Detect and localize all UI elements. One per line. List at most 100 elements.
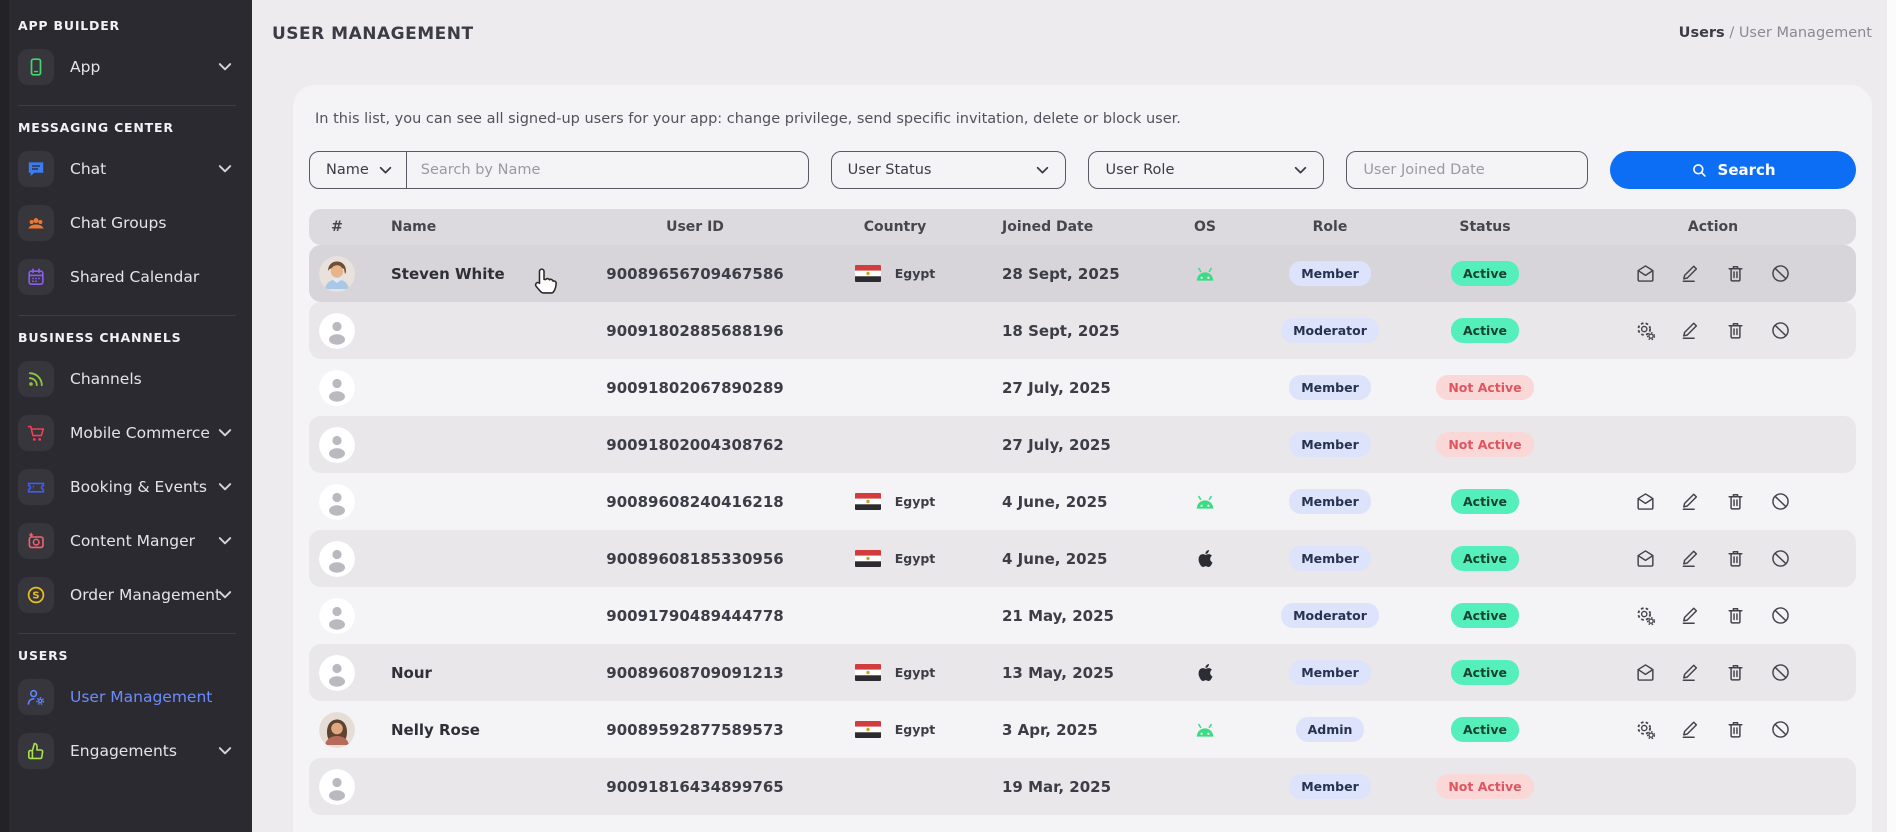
section-label-business-channels: BUSINESS CHANNELS bbox=[18, 330, 238, 345]
block-user-button[interactable] bbox=[1770, 320, 1791, 341]
block-icon bbox=[1770, 605, 1791, 626]
search-button[interactable]: Search bbox=[1610, 151, 1856, 189]
search-button-label: Search bbox=[1718, 161, 1776, 179]
edit-user-button[interactable] bbox=[1680, 320, 1701, 341]
block-user-button[interactable] bbox=[1770, 662, 1791, 683]
user-settings-button[interactable] bbox=[1635, 719, 1656, 740]
delete-user-button[interactable] bbox=[1725, 263, 1746, 284]
edit-user-button[interactable] bbox=[1680, 491, 1701, 512]
user-role-select-label: User Role bbox=[1105, 162, 1174, 178]
table-row[interactable]: Steven White 90089656709467586 Egypt 28 … bbox=[309, 245, 1856, 302]
trash-icon bbox=[1725, 605, 1746, 626]
edit-user-button[interactable] bbox=[1680, 605, 1701, 626]
egypt-flag-icon bbox=[855, 664, 881, 681]
table-header-row: # Name User ID Country Joined Date OS Ro… bbox=[309, 209, 1856, 245]
status-badge: Active bbox=[1451, 489, 1519, 514]
sidebar-item-chat-groups[interactable]: Chat Groups bbox=[18, 201, 238, 245]
role-badge: Member bbox=[1289, 375, 1371, 400]
edit-user-button[interactable] bbox=[1680, 662, 1701, 683]
scrollbar[interactable] bbox=[1887, 0, 1896, 832]
role-badge: Member bbox=[1289, 432, 1371, 457]
user-settings-button[interactable] bbox=[1635, 605, 1656, 626]
sidebar-item-engagements[interactable]: Engagements bbox=[18, 729, 238, 773]
user-settings-button[interactable] bbox=[1635, 320, 1656, 341]
chevron-down-icon bbox=[218, 164, 232, 174]
delete-user-button[interactable] bbox=[1725, 320, 1746, 341]
sidebar-item-label: Engagements bbox=[70, 742, 177, 760]
joined-date: 27 July, 2025 bbox=[980, 379, 1150, 397]
role-badge: Member bbox=[1289, 774, 1371, 799]
table-row[interactable]: Nour 90089608709091213 Egypt 13 May, 202… bbox=[309, 644, 1856, 701]
sidebar-item-chat[interactable]: Chat bbox=[18, 147, 238, 191]
user-id: 90089608709091213 bbox=[580, 664, 810, 682]
header-action: Action bbox=[1570, 219, 1856, 235]
sidebar-item-label: Shared Calendar bbox=[70, 268, 199, 286]
block-user-button[interactable] bbox=[1770, 263, 1791, 284]
joined-date: 21 May, 2025 bbox=[980, 607, 1150, 625]
edit-icon bbox=[1680, 263, 1701, 284]
delete-user-button[interactable] bbox=[1725, 491, 1746, 512]
edit-icon bbox=[1680, 548, 1701, 569]
send-invitation-button[interactable] bbox=[1635, 263, 1656, 284]
delete-user-button[interactable] bbox=[1725, 662, 1746, 683]
sidebar-item-mobile-commerce[interactable]: Mobile Commerce bbox=[18, 411, 238, 455]
sidebar-item-shared-calendar[interactable]: Shared Calendar bbox=[18, 255, 238, 299]
joined-date-input[interactable] bbox=[1346, 151, 1588, 189]
block-user-button[interactable] bbox=[1770, 548, 1791, 569]
table-row[interactable]: Nelly Rose 90089592877589573 Egypt 3 Apr… bbox=[309, 701, 1856, 758]
sidebar-item-order-management[interactable]: Order Management bbox=[18, 573, 238, 617]
edit-icon bbox=[1680, 719, 1701, 740]
sidebar-item-booking-events[interactable]: Booking & Events bbox=[18, 465, 238, 509]
table-row[interactable]: 90091802004308762 27 July, 2025 Member N… bbox=[309, 416, 1856, 473]
joined-date: 3 Apr, 2025 bbox=[980, 721, 1150, 739]
table-row[interactable]: 90089608240416218 Egypt 4 June, 2025 Mem… bbox=[309, 473, 1856, 530]
joined-date: 28 Sept, 2025 bbox=[980, 265, 1150, 283]
delete-user-button[interactable] bbox=[1725, 548, 1746, 569]
trash-icon bbox=[1725, 263, 1746, 284]
avatar bbox=[309, 427, 365, 463]
table-row[interactable]: 90091816434899765 19 Mar, 2025 Member No… bbox=[309, 758, 1856, 815]
delete-user-button[interactable] bbox=[1725, 719, 1746, 740]
edit-icon bbox=[1680, 605, 1701, 626]
edit-user-button[interactable] bbox=[1680, 263, 1701, 284]
sidebar-item-channels[interactable]: Channels bbox=[18, 357, 238, 401]
send-invitation-button[interactable] bbox=[1635, 662, 1656, 683]
avatar bbox=[309, 541, 365, 577]
sidebar-item-user-management[interactable]: User Management bbox=[18, 675, 238, 719]
table-row[interactable]: 90089608185330956 Egypt 4 June, 2025 Mem… bbox=[309, 530, 1856, 587]
user-id: 90089608185330956 bbox=[580, 550, 810, 568]
send-invitation-button[interactable] bbox=[1635, 548, 1656, 569]
delete-user-button[interactable] bbox=[1725, 605, 1746, 626]
table-row[interactable]: 90091790489444778 21 May, 2025 Moderator… bbox=[309, 587, 1856, 644]
sidebar-item-label: Channels bbox=[70, 370, 142, 388]
users-table: # Name User ID Country Joined Date OS Ro… bbox=[309, 209, 1856, 815]
table-row[interactable]: 90091802067890289 27 July, 2025 Member N… bbox=[309, 359, 1856, 416]
mail-icon bbox=[1635, 662, 1656, 683]
user-status-select[interactable]: User Status bbox=[831, 151, 1067, 189]
search-input[interactable] bbox=[407, 162, 808, 178]
table-row[interactable]: 90091802885688196 18 Sept, 2025 Moderato… bbox=[309, 302, 1856, 359]
block-user-button[interactable] bbox=[1770, 719, 1791, 740]
egypt-flag-icon bbox=[855, 721, 881, 738]
sidebar-item-label: Order Management bbox=[70, 586, 221, 604]
user-id: 90089656709467586 bbox=[580, 265, 810, 283]
sidebar-item-app[interactable]: App bbox=[18, 45, 238, 89]
user-status-select-label: User Status bbox=[848, 162, 932, 178]
block-user-button[interactable] bbox=[1770, 605, 1791, 626]
breadcrumb-parent[interactable]: Users bbox=[1679, 25, 1725, 41]
sidebar-item-content-manger[interactable]: Content Manger bbox=[18, 519, 238, 563]
search-field-selector[interactable]: Name bbox=[310, 152, 407, 188]
chevron-down-icon bbox=[218, 746, 232, 756]
user-role-select[interactable]: User Role bbox=[1088, 151, 1324, 189]
edit-user-button[interactable] bbox=[1680, 548, 1701, 569]
joined-date: 13 May, 2025 bbox=[980, 664, 1150, 682]
edit-user-button[interactable] bbox=[1680, 719, 1701, 740]
trash-icon bbox=[1725, 662, 1746, 683]
header-index: # bbox=[309, 219, 365, 235]
send-invitation-button[interactable] bbox=[1635, 491, 1656, 512]
breadcrumb-separator: / bbox=[1729, 25, 1739, 41]
egypt-flag-icon bbox=[855, 265, 881, 282]
camera-icon bbox=[18, 523, 54, 559]
phone-icon bbox=[18, 49, 54, 85]
block-user-button[interactable] bbox=[1770, 491, 1791, 512]
